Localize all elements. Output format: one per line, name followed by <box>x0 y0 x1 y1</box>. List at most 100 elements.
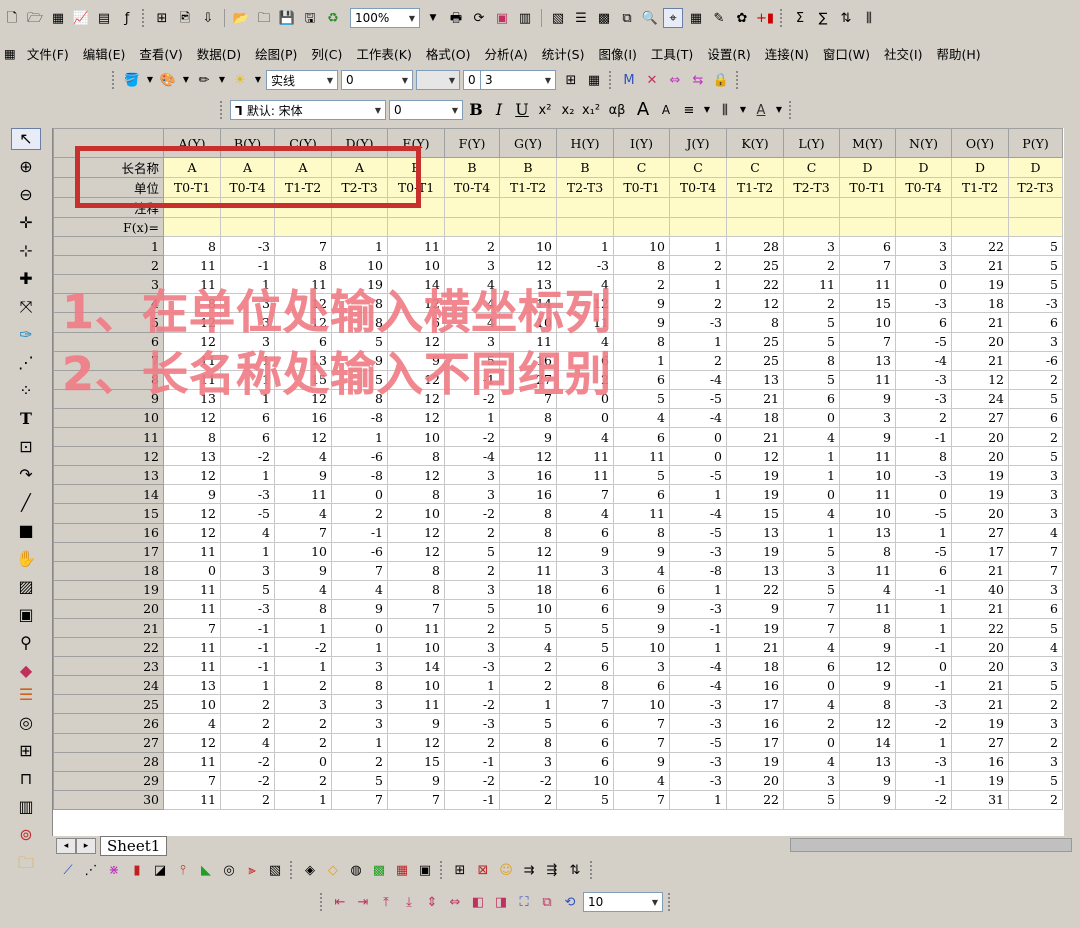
units-row-cell[interactable]: T1-T2 <box>726 177 784 198</box>
polar-plot-icon[interactable]: ◎ <box>219 860 239 880</box>
data-cell[interactable]: -3 <box>444 656 500 677</box>
data-cell[interactable]: 18 <box>726 656 784 677</box>
fill-color-dropdown-icon[interactable]: ▼ <box>145 70 155 90</box>
data-cell[interactable]: 2 <box>274 713 332 734</box>
data-cell[interactable]: 3 <box>556 560 614 581</box>
data-cell[interactable]: 2 <box>783 255 840 276</box>
data-cell[interactable]: 27 <box>951 732 1009 753</box>
data-cell[interactable]: 21 <box>951 560 1009 581</box>
data-cell[interactable]: -5 <box>895 503 952 524</box>
data-cell[interactable]: 3 <box>220 560 275 581</box>
data-cell[interactable]: 2 <box>1008 369 1063 390</box>
data-cell[interactable]: 6 <box>220 427 275 448</box>
sort-icon[interactable]: ⇅ <box>836 8 856 28</box>
data-cell[interactable]: 9 <box>839 675 896 696</box>
data-cell[interactable]: 2 <box>274 732 332 753</box>
data-cell[interactable]: 7 <box>613 713 670 734</box>
data-cell[interactable]: 9 <box>613 751 670 772</box>
data-cell[interactable]: 10 <box>387 255 445 276</box>
data-cell[interactable]: 9 <box>613 617 670 639</box>
data-cell[interactable]: -5 <box>669 522 727 543</box>
folder-icon[interactable]: 🗀 <box>11 852 41 874</box>
data-cell[interactable]: 1 <box>613 350 670 371</box>
data-cell[interactable]: 4 <box>499 637 557 658</box>
comments-row-cell[interactable] <box>499 197 557 218</box>
column-header[interactable]: N(Y) <box>895 128 952 158</box>
left-align-icon[interactable]: ⇤ <box>330 892 350 912</box>
data-cell[interactable]: 6 <box>1008 407 1063 429</box>
long-name-row-cell[interactable]: B <box>499 157 557 178</box>
data-cell[interactable]: 15 <box>726 503 784 524</box>
long-name-row-cell[interactable]: A <box>331 157 388 178</box>
data-cell[interactable]: 6 <box>783 388 840 409</box>
save-icon[interactable]: 💾 <box>277 8 297 28</box>
sheet-tab[interactable]: Sheet1 <box>100 836 168 856</box>
data-cell[interactable]: 20 <box>951 637 1009 658</box>
add-column-icon[interactable]: +▮ <box>755 8 775 28</box>
rescale-icon[interactable]: ⇅ <box>565 860 585 880</box>
data-cell[interactable]: 12 <box>163 465 221 486</box>
data-cell[interactable]: 3 <box>613 656 670 677</box>
comments-row-cell[interactable] <box>726 197 784 218</box>
template-plot-icon[interactable]: ▧ <box>265 860 285 880</box>
data-cell[interactable]: -3 <box>669 541 727 562</box>
data-cell[interactable]: 19 <box>951 770 1009 791</box>
data-cell[interactable]: 5 <box>783 579 840 600</box>
data-cell[interactable]: 9 <box>839 770 896 791</box>
data-cell[interactable]: 10 <box>387 675 445 696</box>
font-color-dropdown-icon[interactable]: ▼ <box>774 100 784 120</box>
data-cell[interactable]: 2 <box>274 675 332 696</box>
data-cell[interactable]: 22 <box>726 274 784 295</box>
data-cell[interactable]: 17 <box>951 541 1009 562</box>
ungroup-icon[interactable]: ⧉ <box>537 892 557 912</box>
column-align-dropdown-icon[interactable]: ▼ <box>738 100 748 120</box>
dots-icon[interactable]: ⁘ <box>11 380 41 402</box>
menu-column[interactable]: 列(C) <box>304 44 349 63</box>
corner-cell[interactable] <box>53 128 164 158</box>
bold-button[interactable]: B <box>466 100 486 120</box>
data-cell[interactable]: 1 <box>444 407 500 429</box>
data-cell[interactable]: 3 <box>783 560 840 581</box>
data-cell[interactable]: 13 <box>726 560 784 581</box>
data-cell[interactable]: 2 <box>1008 789 1063 810</box>
data-cell[interactable]: 2 <box>669 255 727 276</box>
new-matrix-icon[interactable]: ▤ <box>94 8 114 28</box>
menu-view[interactable]: 查看(V) <box>132 44 189 63</box>
data-cell[interactable]: 1 <box>669 484 727 505</box>
data-cell[interactable]: 13 <box>726 369 784 390</box>
data-cell[interactable]: 21 <box>951 598 1009 619</box>
data-cell[interactable]: 7 <box>274 522 332 543</box>
data-cell[interactable]: 3 <box>1008 713 1063 734</box>
menu-analysis[interactable]: 分析(A) <box>477 44 534 63</box>
fx-row-cell[interactable] <box>163 216 221 238</box>
data-cell[interactable]: 3 <box>1008 656 1063 677</box>
data-cell[interactable]: 8 <box>274 255 332 276</box>
data-cell[interactable]: -5 <box>220 503 275 524</box>
bar3d-icon[interactable]: ▦ <box>392 860 412 880</box>
data-cell[interactable]: 7 <box>839 331 896 352</box>
data-cell[interactable]: 1 <box>669 579 727 600</box>
smiley-icon[interactable]: ☺ <box>496 860 516 880</box>
data-cell[interactable]: 5 <box>444 541 500 562</box>
table-icon[interactable]: ▦ <box>584 70 604 90</box>
data-cell[interactable]: 8 <box>387 560 445 581</box>
row-number[interactable]: 26 <box>53 713 164 734</box>
data-cell[interactable]: 6 <box>895 312 952 333</box>
data-cell[interactable]: 10 <box>387 503 445 524</box>
data-cell[interactable]: -3 <box>669 713 727 734</box>
line-symbol-plot-icon[interactable]: ⋇ <box>104 860 124 880</box>
column-header[interactable]: H(Y) <box>556 128 614 158</box>
data-cell[interactable]: 8 <box>613 522 670 543</box>
comments-row-cell[interactable] <box>331 197 388 218</box>
fx-row-cell[interactable] <box>726 216 784 238</box>
data-cell[interactable]: 9 <box>839 789 896 810</box>
row-number[interactable]: 16 <box>53 522 164 543</box>
data-cell[interactable]: 22 <box>726 789 784 810</box>
line-tool-icon[interactable]: ╱ <box>11 492 41 514</box>
data-cell[interactable]: 4 <box>220 732 275 753</box>
data-cell[interactable]: 0 <box>783 484 840 505</box>
data-cell[interactable]: 25 <box>726 331 784 352</box>
zoom-out-icon[interactable]: ⊖ <box>11 184 41 206</box>
data-cell[interactable]: 1 <box>220 465 275 486</box>
comments-row-cell[interactable] <box>895 197 952 218</box>
